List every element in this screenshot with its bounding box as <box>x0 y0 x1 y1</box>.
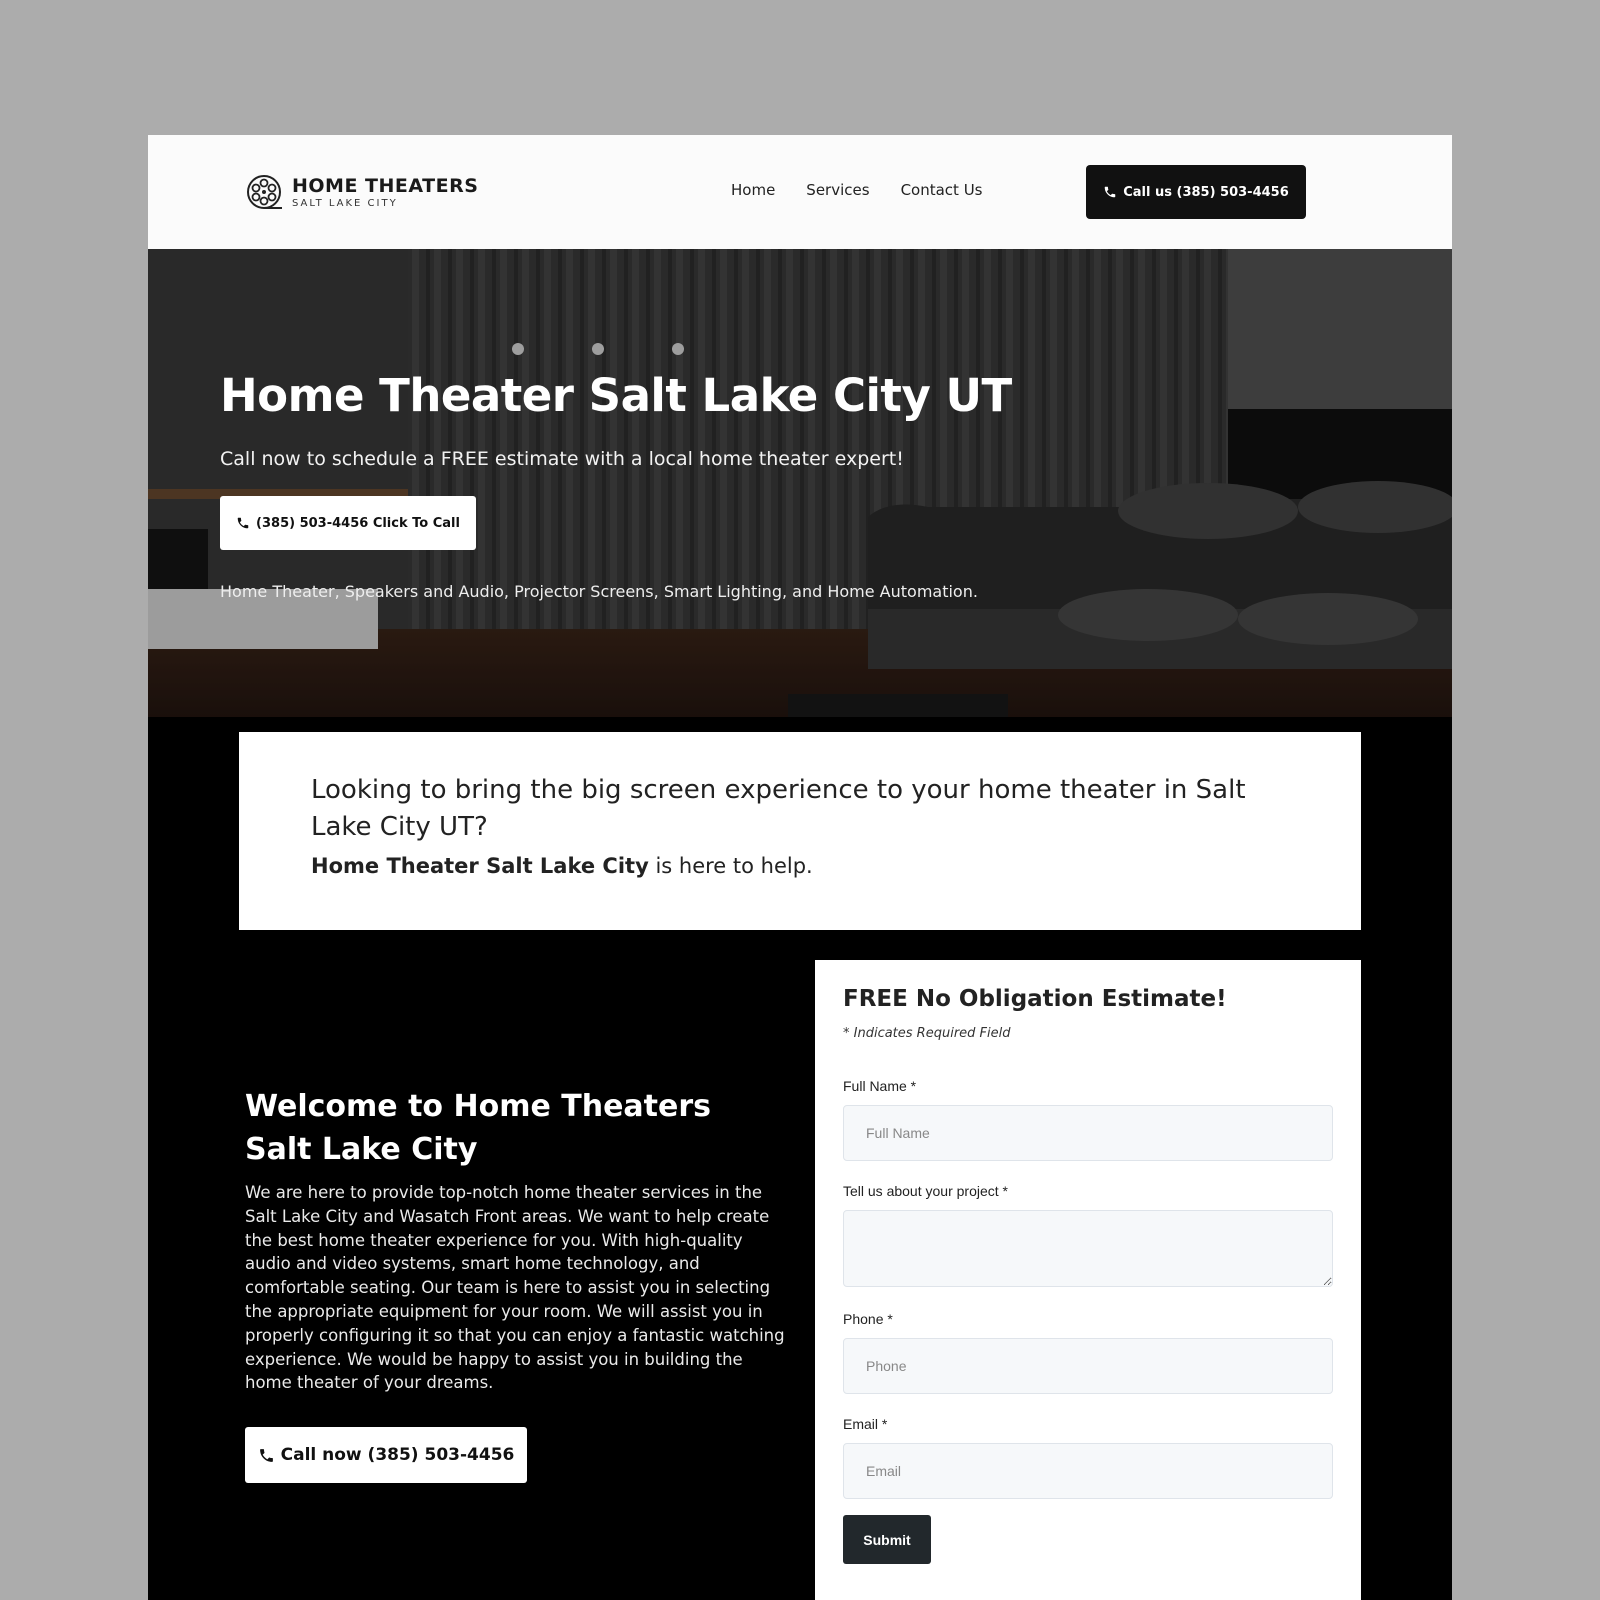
email-input[interactable] <box>843 1443 1333 1499</box>
full-name-input[interactable] <box>843 1105 1333 1161</box>
hero-call-label: (385) 503-4456 Click To Call <box>256 515 460 531</box>
phone-icon <box>237 517 249 529</box>
intro-help-brand: Home Theater Salt Lake City <box>311 854 649 878</box>
hero-subtitle: Call now to schedule a FREE estimate wit… <box>220 448 904 470</box>
project-label: Tell us about your project * <box>843 1183 1008 1199</box>
estimate-form: FREE No Obligation Estimate! * Indicates… <box>815 960 1361 1600</box>
nav-contact-us[interactable]: Contact Us <box>901 181 983 199</box>
form-title: FREE No Obligation Estimate! <box>843 986 1227 1012</box>
phone-input[interactable] <box>843 1338 1333 1394</box>
welcome-call-label: Call now (385) 503-4456 <box>280 1445 515 1465</box>
welcome-title: Welcome to Home Theaters Salt Lake City <box>245 1089 712 1167</box>
phone-icon <box>1104 186 1116 198</box>
hero-call-button[interactable]: (385) 503-4456 Click To Call <box>220 496 476 550</box>
logo-subtitle: SALT LAKE CITY <box>292 198 398 209</box>
welcome-body: We are here to provide top-notch home th… <box>245 1183 785 1393</box>
intro-box: Looking to bring the big screen experien… <box>239 732 1361 930</box>
site-logo[interactable]: HOME THEATERS SALT LAKE CITY <box>244 173 478 213</box>
full-name-label: Full Name * <box>843 1078 917 1094</box>
hero-title: Home Theater Salt Lake City UT <box>220 369 1012 422</box>
page: HOME THEATERS SALT LAKE CITY Home Servic… <box>148 135 1452 1600</box>
hero-overlay <box>148 249 1452 717</box>
hero-services-list: Home Theater, Speakers and Audio, Projec… <box>220 582 978 601</box>
welcome-call-button[interactable]: Call now (385) 503-4456 <box>245 1427 527 1483</box>
project-textarea[interactable] <box>843 1210 1333 1287</box>
intro-help-text: Home Theater Salt Lake City is here to h… <box>311 854 1289 878</box>
required-field-note: * Indicates Required Field <box>843 1026 1011 1041</box>
phone-icon <box>259 1448 273 1462</box>
intro-help-rest: is here to help. <box>648 854 813 878</box>
submit-button[interactable]: Submit <box>843 1515 931 1564</box>
nav-home[interactable]: Home <box>731 181 775 199</box>
film-reel-icon <box>247 175 282 209</box>
nav-services[interactable]: Services <box>806 181 869 199</box>
header-call-button[interactable]: Call us (385) 503-4456 <box>1086 165 1306 219</box>
site-header: HOME THEATERS SALT LAKE CITY Home Servic… <box>148 135 1452 249</box>
logo-title: HOME THEATERS <box>292 175 479 197</box>
email-label: Email * <box>843 1416 888 1432</box>
hero-section: Home Theater Salt Lake City UT Call now … <box>148 249 1452 717</box>
intro-question: Looking to bring the big screen experien… <box>311 775 1246 842</box>
main-nav: Home Services Contact Us <box>731 181 982 199</box>
header-call-label: Call us (385) 503-4456 <box>1123 184 1289 200</box>
phone-label: Phone * <box>843 1311 893 1327</box>
